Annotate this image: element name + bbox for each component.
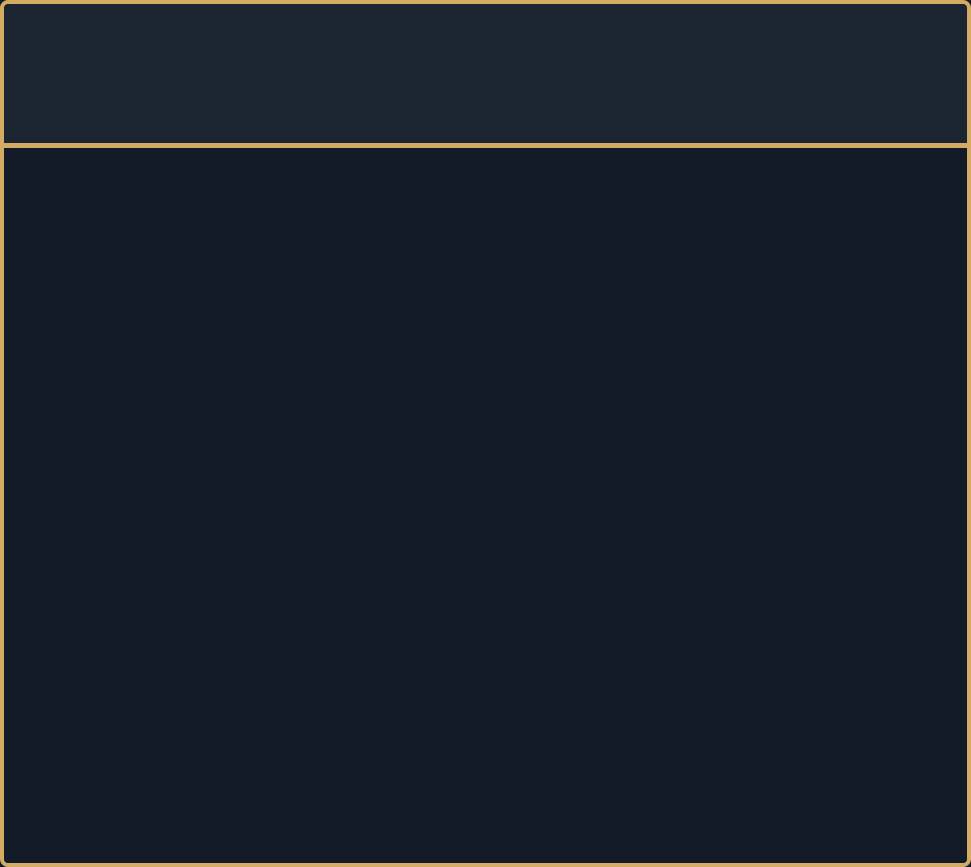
header-panel — [4, 4, 967, 147]
content-area — [4, 148, 967, 863]
app-window — [0, 0, 971, 867]
